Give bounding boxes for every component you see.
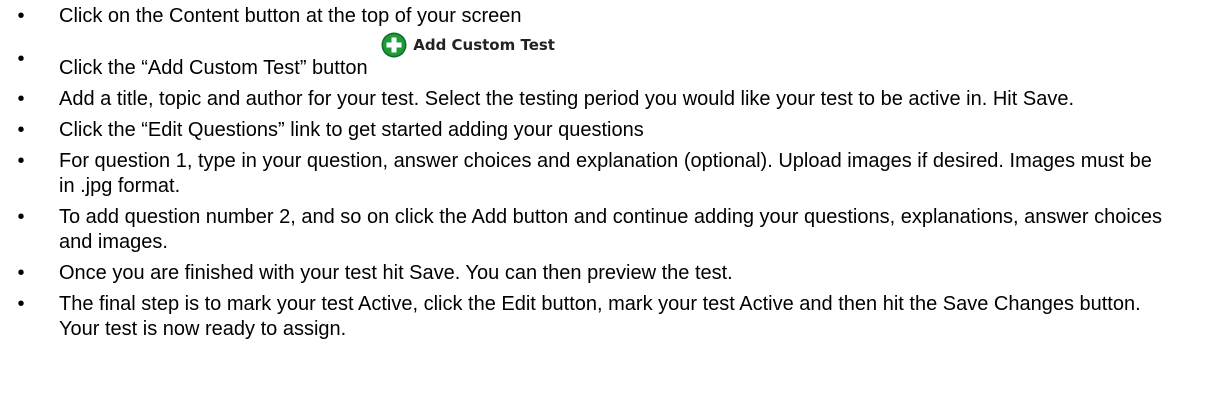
step-text: The final step is to mark your test Acti… — [59, 293, 1141, 340]
bullet-icon: • — [17, 150, 25, 172]
list-item: • The final step is to mark your test Ac… — [0, 292, 1210, 342]
list-item: • For question 1, type in your question,… — [0, 149, 1210, 199]
step-text: Once you are finished with your test hit… — [59, 262, 733, 284]
list-item: • Click the “Edit Questions” link to get… — [0, 118, 1210, 143]
list-item: • To add question number 2, and so on cl… — [0, 205, 1210, 255]
step-text: For question 1, type in your question, a… — [59, 150, 1152, 197]
bullet-icon: • — [17, 88, 25, 110]
list-item: • Add a title, topic and author for your… — [0, 87, 1210, 112]
instruction-document: • Click on the Content button at the top… — [0, 0, 1210, 412]
step-text: Click on the Content button at the top o… — [59, 5, 522, 27]
step-text: Click the “Edit Questions” link to get s… — [59, 119, 644, 141]
step-text: Add a title, topic and author for your t… — [59, 88, 1074, 110]
step-text: To add question number 2, and so on clic… — [59, 206, 1162, 253]
plus-circle-icon — [381, 32, 407, 58]
bullet-icon: • — [17, 119, 25, 141]
bullet-icon: • — [17, 293, 25, 315]
add-custom-test-label: Add Custom Test — [413, 35, 555, 54]
list-item: • Once you are finished with your test h… — [0, 261, 1210, 286]
list-item: • Click on the Content button at the top… — [0, 4, 1210, 29]
step-text: Click the “Add Custom Test” button — [59, 57, 368, 79]
bullet-icon: • — [17, 5, 25, 27]
bullet-icon: • — [17, 262, 25, 284]
add-custom-test-button[interactable]: Add Custom Test — [381, 31, 555, 59]
bullet-icon: • — [17, 48, 25, 70]
bullet-icon: • — [17, 206, 25, 228]
list-item: • Click the “Add Custom Test” button Add… — [0, 32, 1210, 81]
instruction-list: • Click on the Content button at the top… — [0, 0, 1210, 342]
